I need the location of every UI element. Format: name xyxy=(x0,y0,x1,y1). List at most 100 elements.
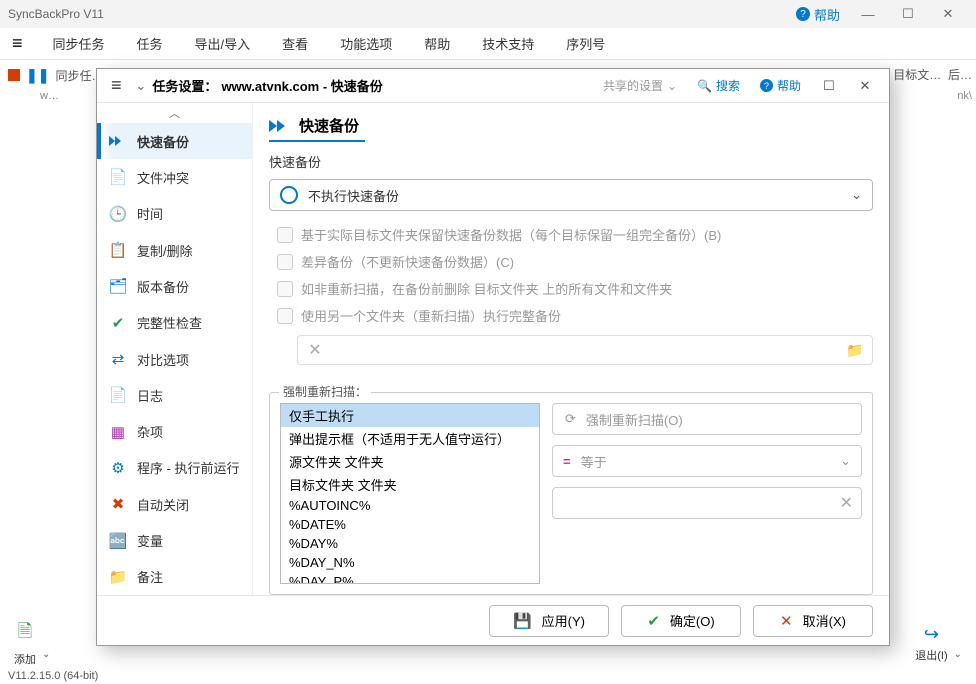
search-icon: 🔍 xyxy=(697,79,712,93)
folder-icon[interactable]: 📁 xyxy=(838,342,872,359)
note-icon: 📁 xyxy=(109,568,127,586)
menu-options[interactable]: 功能选项 xyxy=(326,30,406,57)
task-settings-dialog: ≡ ⌄ 任务设置： www.atvnk.com - 快速备份 共享的设置 ⌄ 🔍… xyxy=(96,68,890,646)
rescan-listbox[interactable]: 仅手工执行 弹出提示框（不适用于无人值守运行） 源文件夹 文件夹 目标文件夹 文… xyxy=(280,403,540,584)
list-item[interactable]: %DAY_N% xyxy=(281,553,539,572)
file-icon: 📄 xyxy=(109,168,127,186)
check-icon: ✔ xyxy=(109,314,127,332)
dialog-profile-name: www.atvnk.com - 快速备份 xyxy=(221,76,382,95)
misc-icon: ▦ xyxy=(109,423,127,441)
sidebar-item-conflict[interactable]: 📄 文件冲突 xyxy=(97,159,252,195)
close-button[interactable]: ✕ xyxy=(928,0,968,28)
menu-support[interactable]: 技术支持 xyxy=(468,30,548,57)
force-rescan-button[interactable]: ⟳ 强制重新扫描(O) xyxy=(552,403,862,435)
sidebar-item-integrity[interactable]: ✔ 完整性检查 xyxy=(97,305,252,341)
dialog-close-button[interactable]: ✕ xyxy=(847,71,883,101)
add-button[interactable]: 🗎 添加 xyxy=(14,619,36,667)
menu-serial[interactable]: 序列号 xyxy=(552,30,619,57)
dialog-maximize-button[interactable]: ☐ xyxy=(811,71,847,101)
value-input[interactable]: ✕ xyxy=(552,487,862,519)
list-item[interactable]: 源文件夹 文件夹 xyxy=(281,450,539,473)
variable-icon: 🔤 xyxy=(109,532,127,550)
check-alt-folder[interactable]: 使用另一个文件夹（重新扫描）执行完整备份 xyxy=(269,302,873,329)
operator-select[interactable]: = 等于 ⌄ xyxy=(552,445,862,477)
check-delete-before[interactable]: 如非重新扫描，在备份前删除 目标文件夹 上的所有文件和文件夹 xyxy=(269,275,873,302)
exit-dropdown-caret[interactable]: ⌄ xyxy=(954,649,962,660)
equals-icon: = xyxy=(563,454,571,469)
checkbox-icon xyxy=(277,281,293,297)
maximize-button[interactable]: ☐ xyxy=(888,0,928,28)
sidebar-item-time[interactable]: 🕒 时间 xyxy=(97,196,252,232)
right-col-path: nk\ xyxy=(957,90,972,102)
dialog-titlebar: ≡ ⌄ 任务设置： www.atvnk.com - 快速备份 共享的设置 ⌄ 🔍… xyxy=(97,69,889,103)
dialog-title-label: 任务设置： xyxy=(152,76,217,95)
checkbox-icon xyxy=(277,227,293,243)
list-item[interactable]: 目标文件夹 文件夹 xyxy=(281,473,539,496)
add-dropdown-caret[interactable]: ⌄ xyxy=(42,649,50,660)
exit-button[interactable]: ↪ 退出(I) xyxy=(915,624,947,663)
menu-import-export[interactable]: 导出/导入 xyxy=(181,30,265,57)
checkbox-icon xyxy=(277,254,293,270)
close-icon: ✖ xyxy=(109,495,127,513)
fastbackup-mode-dropdown[interactable]: 不执行快速备份 ⌄ xyxy=(269,179,873,211)
log-icon: 📄 xyxy=(109,386,127,404)
menu-help[interactable]: 帮助 xyxy=(410,30,464,57)
diff-icon: ⇄ xyxy=(109,350,127,368)
app-title: SyncBackPro V11 xyxy=(8,7,796,21)
sidebar-item-misc[interactable]: ▦ 杂项 xyxy=(97,414,252,450)
dialog-caret-icon[interactable]: ⌄ xyxy=(130,78,153,94)
copy-icon: 📋 xyxy=(109,241,127,259)
list-item[interactable]: %DAY% xyxy=(281,534,539,553)
menu-tasks[interactable]: 任务 xyxy=(123,30,177,57)
hamburger-icon[interactable]: ≡ xyxy=(12,33,23,54)
force-rescan-fieldset: 仅手工执行 弹出提示框（不适用于无人值守运行） 源文件夹 文件夹 目标文件夹 文… xyxy=(269,392,873,595)
check-diff-backup[interactable]: 差异备份（不更新快速备份数据）(C) xyxy=(269,248,873,275)
list-item[interactable]: %AUTOINC% xyxy=(281,496,539,515)
status-bar: V11.2.15.0 (64-bit) xyxy=(8,670,98,682)
sidebar-item-copy[interactable]: 📋 复制/删除 xyxy=(97,232,252,268)
sidebar-item-program[interactable]: ⚙ 程序 - 执行前运行 xyxy=(97,450,252,486)
app-toolbar: 🗎 添加 ⌄ ↪ 退出(I) ⌄ xyxy=(0,622,976,664)
list-item[interactable]: 弹出提示框（不适用于无人值守运行） xyxy=(281,427,539,450)
titlebar: SyncBackPro V11 ? 帮助 — ☐ ✕ xyxy=(0,0,976,28)
fastbackup-icon xyxy=(269,118,291,134)
search-link[interactable]: 🔍搜索 xyxy=(687,77,750,94)
menu-view[interactable]: 查看 xyxy=(268,30,322,57)
check-keep-data[interactable]: 基于实际目标文件夹保留快速备份数据（每个目标保留一组完全备份）(B) xyxy=(269,221,873,248)
alt-folder-path[interactable]: ✕ 📁 xyxy=(297,335,873,365)
list-item[interactable]: %DATE% xyxy=(281,515,539,534)
help-icon: ? xyxy=(796,7,810,21)
exit-icon: ↪ xyxy=(924,624,939,645)
menu-sync-tasks[interactable]: 同步任务 xyxy=(39,30,119,57)
dialog-hamburger-icon[interactable]: ≡ xyxy=(103,75,130,96)
sidebar-item-variables[interactable]: 🔤 变量 xyxy=(97,522,252,558)
minimize-button[interactable]: — xyxy=(848,0,888,28)
sidebar-item-log[interactable]: 📄 日志 xyxy=(97,377,252,413)
panel-heading: 快速备份 xyxy=(269,113,365,142)
radio-icon xyxy=(280,186,298,204)
titlebar-help-button[interactable]: ? 帮助 xyxy=(796,5,840,24)
settings-sidebar: ︿ 快速备份 📄 文件冲突 🕒 时间 📋 复制/删除 🗂 版本备份 xyxy=(97,103,253,595)
clear-icon[interactable]: ✕ xyxy=(840,493,853,513)
shared-settings-link[interactable]: 共享的设置 ⌄ xyxy=(593,77,687,94)
clock-icon: 🕒 xyxy=(109,205,127,223)
sidebar-item-autoclose[interactable]: ✖ 自动关闭 xyxy=(97,486,252,522)
list-item[interactable]: 仅手工执行 xyxy=(281,404,539,427)
version-icon: 🗂 xyxy=(109,277,127,295)
add-icon: 🗎 xyxy=(18,619,32,649)
fieldset-label: 强制重新扫描： xyxy=(279,383,371,400)
sidebar-item-notes[interactable]: 📁 备注 xyxy=(97,559,252,595)
refresh-icon: ⟳ xyxy=(565,411,576,427)
menubar: ≡ 同步任务 任务 导出/导入 查看 功能选项 帮助 技术支持 序列号 xyxy=(0,28,976,60)
chevron-down-icon: ⌄ xyxy=(851,187,862,203)
program-icon: ⚙ xyxy=(109,459,127,477)
sidebar-item-version[interactable]: 🗂 版本备份 xyxy=(97,268,252,304)
sidebar-item-compare[interactable]: ⇄ 对比选项 xyxy=(97,341,252,377)
help-icon: ? xyxy=(760,79,773,92)
list-item[interactable]: %DAY_P% xyxy=(281,572,539,584)
dialog-help-link[interactable]: ?帮助 xyxy=(750,77,811,94)
clear-icon[interactable]: ✕ xyxy=(298,340,332,360)
settings-panel: 快速备份 快速备份 不执行快速备份 ⌄ 基于实际目标文件夹保留快速备份数据（每个… xyxy=(253,103,889,595)
sidebar-item-fastbackup[interactable]: 快速备份 xyxy=(97,123,252,159)
sidebar-scroll-up[interactable]: ︿ xyxy=(97,103,252,123)
